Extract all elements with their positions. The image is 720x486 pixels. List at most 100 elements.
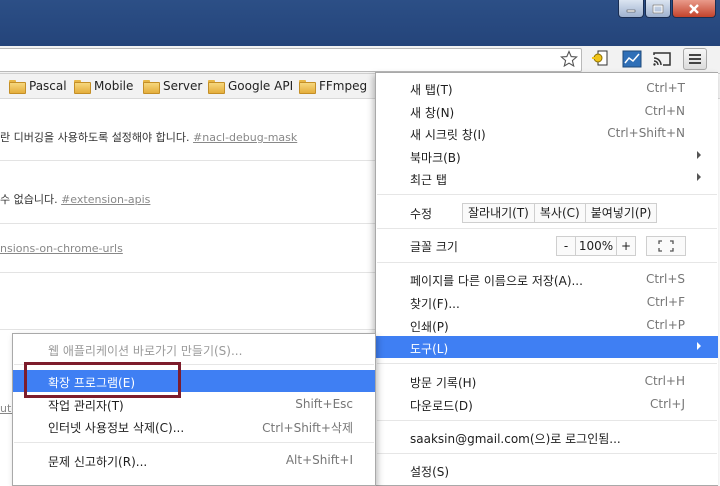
menu-separator xyxy=(377,453,717,454)
bookmark-folder-google-api[interactable]: Google API xyxy=(208,79,294,94)
copy-button[interactable]: 복사(C) xyxy=(533,203,586,223)
menu-item-label: 인쇄(P) xyxy=(410,320,449,334)
menu-item-tools[interactable]: 도구(L) xyxy=(376,336,718,358)
close-icon xyxy=(689,3,699,14)
cut-button[interactable]: 잘라내기(T) xyxy=(462,203,535,223)
bookmark-star-icon[interactable] xyxy=(559,48,579,70)
menu-item-shortcut: Ctrl+Shift+삭제 xyxy=(262,421,353,435)
edit-button-group: 잘라내기(T) 복사(C) 붙여넣기(P) xyxy=(462,203,658,223)
menu-item-label: 글꼴 크기 xyxy=(410,240,458,254)
bookmark-label: Server xyxy=(163,79,203,93)
menu-separator xyxy=(377,194,717,195)
chrome-main-menu: 새 탭(T) Ctrl+T 새 창(N) Ctrl+N 새 시크릿 창(I) C… xyxy=(375,72,718,486)
folder-icon xyxy=(299,80,316,94)
menu-item-label: 최근 탭 xyxy=(410,173,447,187)
menu-item-label: 문제 신고하기(R)... xyxy=(48,455,148,469)
extension-key-icon[interactable] xyxy=(589,48,613,70)
submenu-arrow-icon xyxy=(697,173,701,181)
menu-item-find[interactable]: 찾기(F)... Ctrl+F xyxy=(376,291,718,313)
fullscreen-button[interactable] xyxy=(646,236,686,256)
menu-item-label: 찾기(F)... xyxy=(410,297,460,311)
flag-row-description: 수 없습니다. #extension-apis xyxy=(0,191,376,207)
minimize-button[interactable] xyxy=(618,0,644,18)
submenu-arrow-icon xyxy=(697,342,701,350)
folder-icon xyxy=(208,80,225,94)
menu-item-shortcut: Ctrl+Shift+N xyxy=(607,126,685,140)
bookmark-folder-server[interactable]: Server xyxy=(143,79,203,94)
address-bar[interactable] xyxy=(0,48,582,72)
menu-item-label: 새 창(N) xyxy=(410,106,455,120)
menu-item-label: 북마크(B) xyxy=(410,151,461,165)
menu-item-label: 작업 관리자(T) xyxy=(48,399,124,413)
menu-row-zoom: 글꼴 크기 - 100% + xyxy=(376,234,718,256)
menu-item-shortcut: Ctrl+F xyxy=(646,295,685,309)
menu-separator xyxy=(14,442,374,443)
menu-item-label: 새 시크릿 창(I) xyxy=(410,128,486,142)
menu-item-label: 도구(L) xyxy=(410,342,449,356)
paste-button[interactable]: 붙여넣기(P) xyxy=(584,203,658,223)
menu-item-signin[interactable]: saaksin@gmail.com(으)로 로그인됨... xyxy=(376,426,718,448)
menu-item-save-as[interactable]: 페이지를 다른 이름으로 저장(A)... Ctrl+S xyxy=(376,268,718,290)
chrome-menu-button[interactable] xyxy=(683,48,707,70)
window-titlebar xyxy=(0,0,720,46)
zoom-controls: - 100% + xyxy=(556,236,636,256)
menu-item-shortcut: Ctrl+J xyxy=(650,397,685,411)
zoom-out-button[interactable]: - xyxy=(556,236,576,256)
menu-item-bookmarks[interactable]: 북마크(B) xyxy=(376,145,718,167)
menu-item-settings[interactable]: 설정(S) xyxy=(376,459,718,481)
bookmark-label: Google API xyxy=(228,79,294,93)
row-divider xyxy=(0,223,376,224)
bookmark-folder-pascal[interactable]: Pascal xyxy=(9,79,67,94)
annotation-highlight-box xyxy=(24,362,181,398)
submenu-item-report-issue[interactable]: 문제 신고하기(R)... Alt+Shift+I xyxy=(13,449,375,471)
bookmark-folder-ffmpeg[interactable]: FFmpeg xyxy=(299,79,367,94)
menu-separator xyxy=(377,262,717,263)
maximize-button[interactable] xyxy=(645,0,671,18)
cast-icon[interactable] xyxy=(650,48,674,70)
flag-row-description: nsions-on-chrome-urls xyxy=(0,242,376,255)
zoom-level: 100% xyxy=(575,236,617,256)
flag-description: 란 디버깅을 사용하도록 설정해야 합니다. xyxy=(0,131,194,144)
menu-item-history[interactable]: 방문 기록(H) Ctrl+H xyxy=(376,370,718,392)
menu-item-label: 인터넷 사용정보 삭제(C)... xyxy=(48,421,185,435)
menu-item-shortcut: Ctrl+N xyxy=(644,104,685,118)
zoom-in-button[interactable]: + xyxy=(616,236,636,256)
maximize-icon xyxy=(652,4,664,13)
menu-separator xyxy=(377,363,717,364)
menu-item-label: 웹 애플리케이션 바로가기 만들기(S)... xyxy=(48,344,243,358)
row-divider xyxy=(0,329,376,330)
row-divider xyxy=(0,272,376,273)
folder-icon xyxy=(74,80,91,94)
menu-item-shortcut: Ctrl+S xyxy=(645,272,685,286)
flag-description: 수 없습니다. xyxy=(0,193,62,206)
flag-anchor-link[interactable]: #extension-apis xyxy=(61,193,150,206)
tools-submenu: 웹 애플리케이션 바로가기 만들기(S)... 확장 프로그램(E) 작업 관리… xyxy=(12,333,376,486)
menu-item-new-tab[interactable]: 새 탭(T) Ctrl+T xyxy=(376,77,718,99)
menu-item-new-window[interactable]: 새 창(N) Ctrl+N xyxy=(376,100,718,122)
menu-item-label: 설정(S) xyxy=(410,465,450,479)
folder-icon xyxy=(143,80,160,94)
flag-anchor-link[interactable]: nsions-on-chrome-urls xyxy=(0,242,123,255)
submenu-item-create-shortcut: 웹 애플리케이션 바로가기 만들기(S)... xyxy=(13,338,375,360)
close-window-button[interactable] xyxy=(672,0,716,18)
bookmark-label: Pascal xyxy=(29,79,67,93)
submenu-item-clear-browsing-data[interactable]: 인터넷 사용정보 삭제(C)... Ctrl+Shift+삭제 xyxy=(13,415,375,437)
menu-item-incognito[interactable]: 새 시크릿 창(I) Ctrl+Shift+N xyxy=(376,122,718,144)
menu-item-label: 새 탭(T) xyxy=(410,83,453,97)
menu-item-recent-tabs[interactable]: 최근 탭 xyxy=(376,167,718,189)
fullscreen-icon xyxy=(658,240,674,252)
menu-separator xyxy=(377,420,717,421)
bookmark-folder-mobile[interactable]: Mobile xyxy=(74,79,134,94)
submenu-arrow-icon xyxy=(697,151,701,159)
menu-item-label: 다운로드(D) xyxy=(410,399,473,413)
folder-icon xyxy=(9,80,26,94)
menu-item-shortcut: Ctrl+P xyxy=(646,318,685,332)
flag-anchor-link[interactable]: #nacl-debug-mask xyxy=(193,131,297,144)
menu-item-print[interactable]: 인쇄(P) Ctrl+P xyxy=(376,314,718,336)
minimize-icon xyxy=(626,9,636,12)
extension-chart-icon[interactable] xyxy=(620,48,644,70)
menu-item-label: saaksin@gmail.com(으)로 로그인됨... xyxy=(410,432,621,446)
flag-row-description: 란 디버깅을 사용하도록 설정해야 합니다. #nacl-debug-mask xyxy=(0,129,376,145)
bookmark-label: Mobile xyxy=(94,79,134,93)
menu-item-downloads[interactable]: 다운로드(D) Ctrl+J xyxy=(376,393,718,415)
